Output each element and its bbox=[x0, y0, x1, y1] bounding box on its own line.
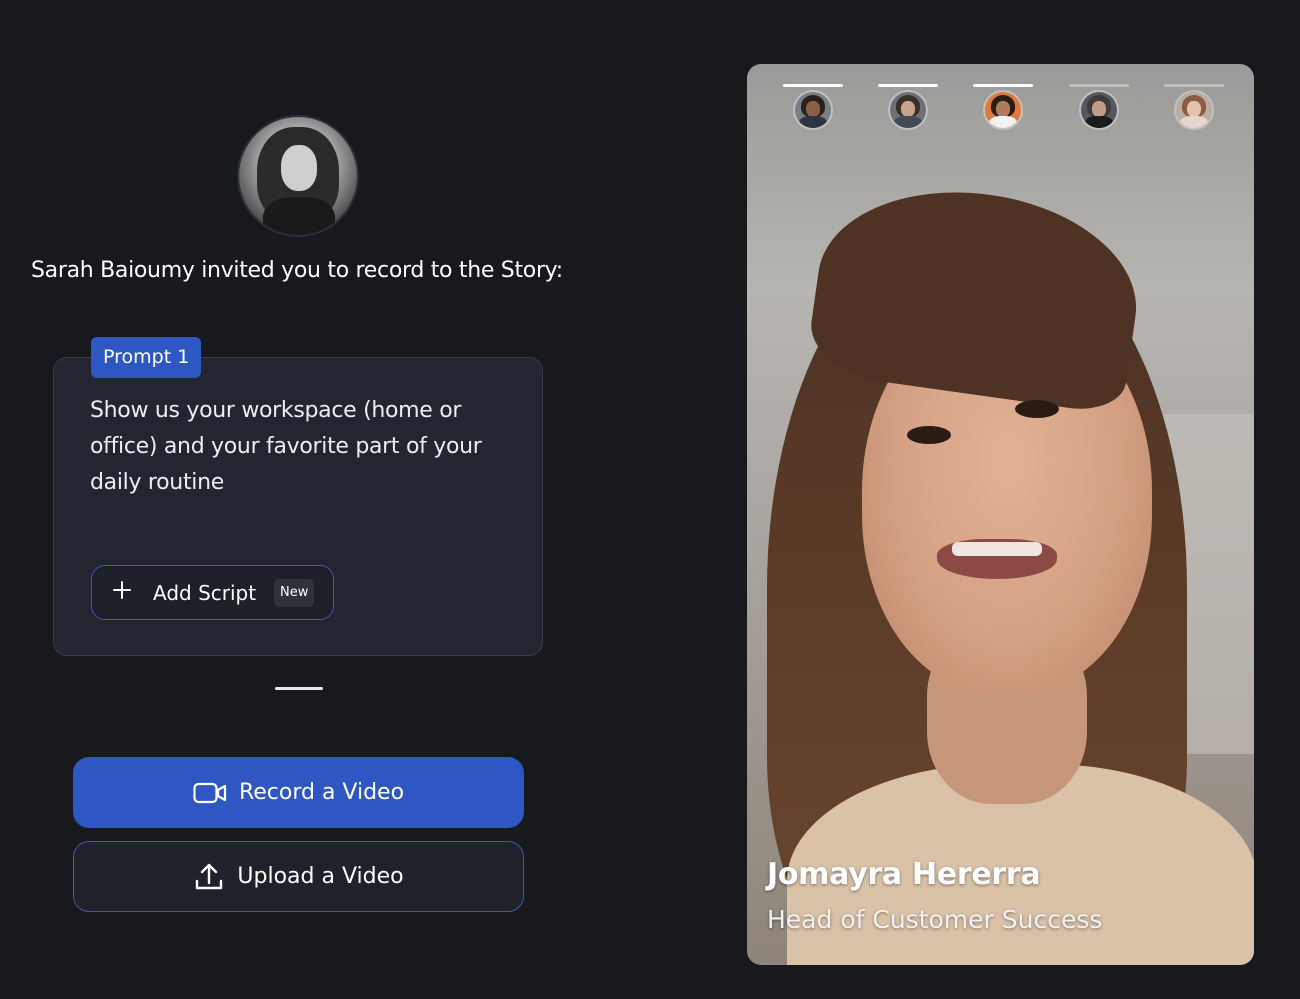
prompt-badge: Prompt 1 bbox=[91, 337, 202, 378]
story-progress-5 bbox=[1164, 84, 1224, 87]
new-badge: New bbox=[274, 579, 315, 607]
speaker-role: Head of Customer Success bbox=[767, 905, 1103, 934]
invite-text: Sarah Baioumy invited you to record to t… bbox=[31, 258, 563, 283]
divider bbox=[275, 687, 323, 690]
plus-icon bbox=[112, 579, 132, 605]
video-camera-icon bbox=[193, 782, 227, 804]
record-video-label: Record a Video bbox=[238, 780, 405, 805]
video-subject-teeth bbox=[952, 542, 1042, 556]
avatar-face bbox=[281, 145, 317, 191]
story-progress-3 bbox=[973, 84, 1033, 87]
story-avatar-4[interactable] bbox=[1081, 92, 1117, 128]
upload-video-label: Upload a Video bbox=[237, 864, 404, 889]
video-subject-eye bbox=[907, 426, 951, 444]
story-avatar-2[interactable] bbox=[890, 92, 926, 128]
record-video-button[interactable]: Record a Video bbox=[73, 757, 524, 828]
video-player[interactable]: Jomayra Hererra Head of Customer Success bbox=[747, 64, 1254, 965]
story-avatar-5[interactable] bbox=[1176, 92, 1212, 128]
avatar-body bbox=[263, 197, 335, 235]
story-avatar-1[interactable] bbox=[795, 92, 831, 128]
speaker-name: Jomayra Hererra bbox=[767, 857, 1041, 892]
add-script-button[interactable]: Add Script New bbox=[91, 565, 334, 620]
prompt-text: Show us your workspace (home or office) … bbox=[90, 398, 482, 495]
add-script-label: Add Script bbox=[153, 581, 257, 605]
upload-icon bbox=[193, 861, 225, 893]
story-progress-2 bbox=[878, 84, 938, 87]
upload-video-button[interactable]: Upload a Video bbox=[73, 841, 524, 912]
story-progress-4 bbox=[1069, 84, 1129, 87]
video-subject-eye bbox=[1015, 400, 1059, 418]
inviter-avatar bbox=[239, 117, 357, 235]
story-avatar-3[interactable] bbox=[985, 92, 1021, 128]
story-progress-1 bbox=[783, 84, 843, 87]
